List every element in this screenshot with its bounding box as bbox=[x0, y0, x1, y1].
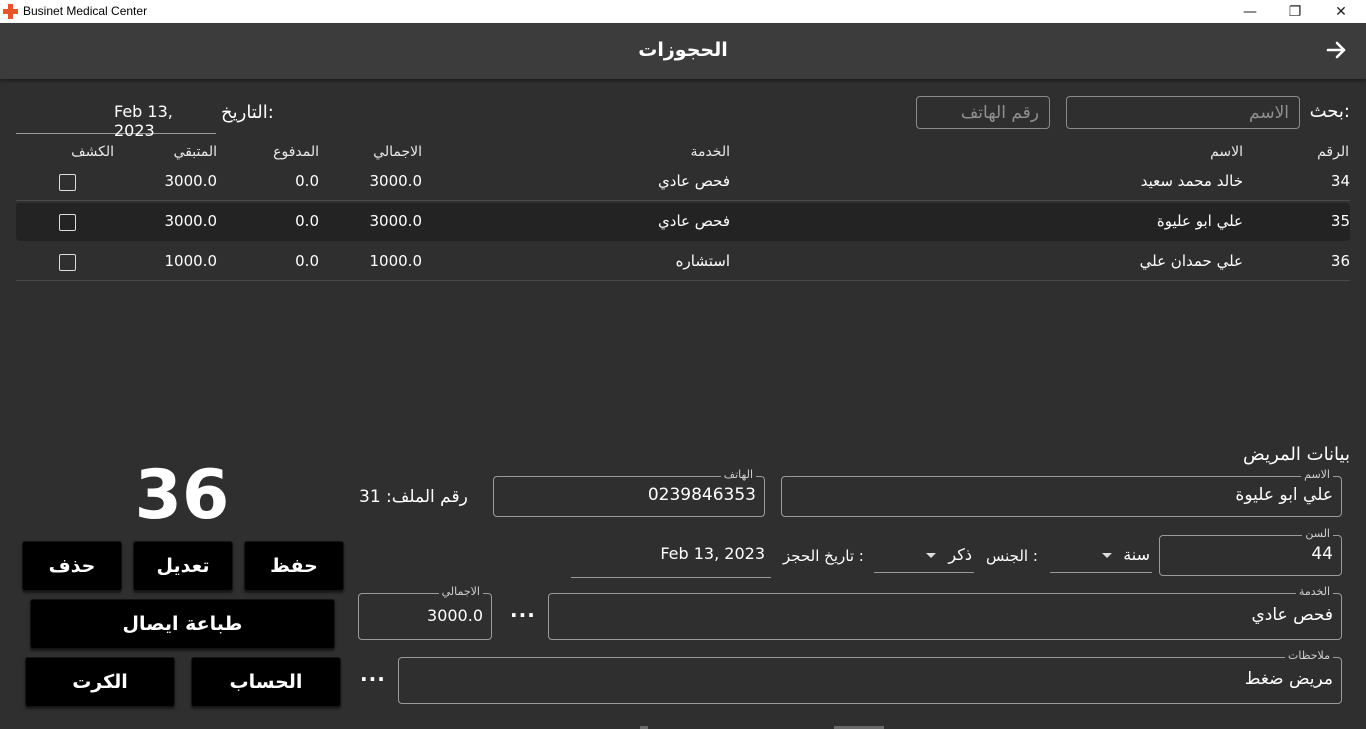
patient-phone-field[interactable]: الهاتف 0239846353 bbox=[493, 468, 765, 517]
total-field[interactable]: الاجمالي 3000.0 bbox=[358, 585, 492, 640]
column-header-checkup[interactable]: الكشف bbox=[71, 144, 114, 160]
account-button[interactable]: الحساب bbox=[191, 657, 341, 707]
service-field[interactable]: الخدمة فحص عادي bbox=[548, 585, 1342, 640]
row-remaining: 3000.0 bbox=[164, 212, 218, 230]
service-label: الخدمة bbox=[1295, 585, 1333, 598]
gender-value: ذكر bbox=[948, 545, 972, 564]
minimize-button[interactable]: — bbox=[1227, 0, 1273, 23]
row-checkup-checkbox[interactable] bbox=[59, 214, 76, 231]
patient-age-label: السن bbox=[1302, 527, 1333, 540]
row-paid: 0.0 bbox=[295, 252, 319, 270]
patient-age-value: 44 bbox=[1311, 544, 1333, 564]
column-header-number[interactable]: الرقم bbox=[1317, 144, 1349, 160]
column-header-service[interactable]: الخدمة bbox=[690, 144, 730, 160]
search-name-box bbox=[1066, 96, 1300, 129]
row-name: علي حمدان علي bbox=[1139, 252, 1243, 270]
search-label: بحث: bbox=[1309, 101, 1350, 122]
age-unit-select[interactable]: سنة bbox=[1050, 539, 1152, 573]
table-row[interactable]: 34 خالد محمد سعيد فحص عادي 3000.0 0.0 30… bbox=[16, 163, 1350, 201]
column-header-name[interactable]: الاسم bbox=[1210, 144, 1243, 160]
date-filter-label: التاريخ: bbox=[221, 102, 274, 123]
row-remaining: 1000.0 bbox=[164, 252, 218, 270]
patient-name-label: الاسم bbox=[1301, 468, 1333, 481]
column-header-paid[interactable]: المدفوع bbox=[273, 144, 319, 160]
row-number: 35 bbox=[1330, 212, 1350, 230]
service-value: فحص عادي bbox=[1251, 605, 1333, 625]
notes-label: ملاحظات bbox=[1285, 649, 1333, 662]
chevron-down-icon bbox=[926, 553, 936, 558]
row-name: خالد محمد سعيد bbox=[1140, 172, 1243, 190]
patient-phone-value: 0239846353 bbox=[647, 485, 756, 505]
arrow-right-icon[interactable] bbox=[1324, 37, 1350, 63]
row-number: 34 bbox=[1330, 172, 1350, 190]
row-checkup-checkbox[interactable] bbox=[59, 174, 76, 191]
print-receipt-button[interactable]: طباعة ايصال bbox=[30, 599, 335, 649]
row-checkup-checkbox[interactable] bbox=[59, 254, 76, 271]
gender-label: الجنس : bbox=[986, 547, 1038, 565]
patient-section-title: بيانات المريض bbox=[1243, 444, 1350, 465]
row-service: استشاره bbox=[675, 252, 730, 270]
row-remaining: 3000.0 bbox=[164, 172, 218, 190]
card-button[interactable]: الكرت bbox=[25, 657, 175, 707]
booking-date-label: تاريخ الحجز : bbox=[783, 547, 864, 565]
delete-button[interactable]: حذف bbox=[22, 541, 122, 591]
booking-date-picker[interactable]: Feb 13, 2023 bbox=[571, 539, 771, 578]
service-more-button[interactable]: ··· bbox=[510, 603, 536, 627]
reservation-number: 36 bbox=[134, 456, 230, 535]
date-filter-value: Feb 13, 2023 bbox=[114, 102, 173, 140]
patient-phone-label: الهاتف bbox=[720, 468, 756, 481]
row-service: فحص عادي bbox=[658, 212, 730, 230]
table-row-selected[interactable]: 35 علي ابو عليوة فحص عادي 3000.0 0.0 300… bbox=[16, 203, 1350, 241]
search-phone-input[interactable] bbox=[917, 97, 1049, 128]
column-header-remaining[interactable]: المتبقي bbox=[174, 144, 217, 160]
column-header-total[interactable]: الاجمالي bbox=[373, 144, 422, 160]
row-number: 36 bbox=[1330, 252, 1350, 270]
booking-date-value: Feb 13, 2023 bbox=[660, 544, 765, 563]
row-total: 3000.0 bbox=[369, 172, 423, 190]
patient-name-field[interactable]: الاسم علي ابو عليوة bbox=[781, 468, 1342, 517]
page-header: الحجوزات bbox=[0, 23, 1366, 79]
edit-button[interactable]: تعديل bbox=[133, 541, 233, 591]
app-logo-icon bbox=[3, 4, 18, 19]
patient-name-value: علي ابو عليوة bbox=[1235, 485, 1333, 505]
file-number-label: رقم الملف: 31 bbox=[359, 487, 468, 507]
table-row[interactable]: 36 علي حمدان علي استشاره 1000.0 0.0 1000… bbox=[16, 243, 1350, 281]
page-title: الحجوزات bbox=[638, 39, 728, 61]
maximize-button[interactable]: ❐ bbox=[1272, 0, 1318, 23]
chevron-down-icon bbox=[1102, 553, 1112, 558]
app-title: Businet Medical Center bbox=[23, 4, 148, 18]
patient-age-field[interactable]: السن 44 bbox=[1159, 527, 1342, 576]
search-name-input[interactable] bbox=[1067, 97, 1299, 128]
search-phone-box bbox=[916, 96, 1050, 129]
row-paid: 0.0 bbox=[295, 172, 319, 190]
date-filter-picker[interactable]: Feb 13, 2023 bbox=[16, 98, 216, 140]
window-title-bar: Businet Medical Center — ❐ ✕ bbox=[0, 0, 1366, 23]
save-button[interactable]: حفظ bbox=[244, 541, 344, 591]
notes-value: مريض ضغط bbox=[1244, 669, 1333, 689]
total-value: 3000.0 bbox=[427, 606, 483, 625]
total-label: الاجمالي bbox=[438, 585, 483, 598]
row-service: فحص عادي bbox=[658, 172, 730, 190]
row-total: 1000.0 bbox=[369, 252, 423, 270]
gender-select[interactable]: ذكر bbox=[874, 539, 974, 573]
row-name: علي ابو عليوة bbox=[1156, 212, 1243, 230]
notes-field[interactable]: ملاحظات مريض ضغط bbox=[398, 649, 1342, 704]
notes-more-button[interactable]: ··· bbox=[360, 667, 386, 691]
row-paid: 0.0 bbox=[295, 212, 319, 230]
row-total: 3000.0 bbox=[369, 212, 423, 230]
close-window-button[interactable]: ✕ bbox=[1318, 0, 1364, 23]
age-unit-value: سنة bbox=[1123, 545, 1150, 564]
